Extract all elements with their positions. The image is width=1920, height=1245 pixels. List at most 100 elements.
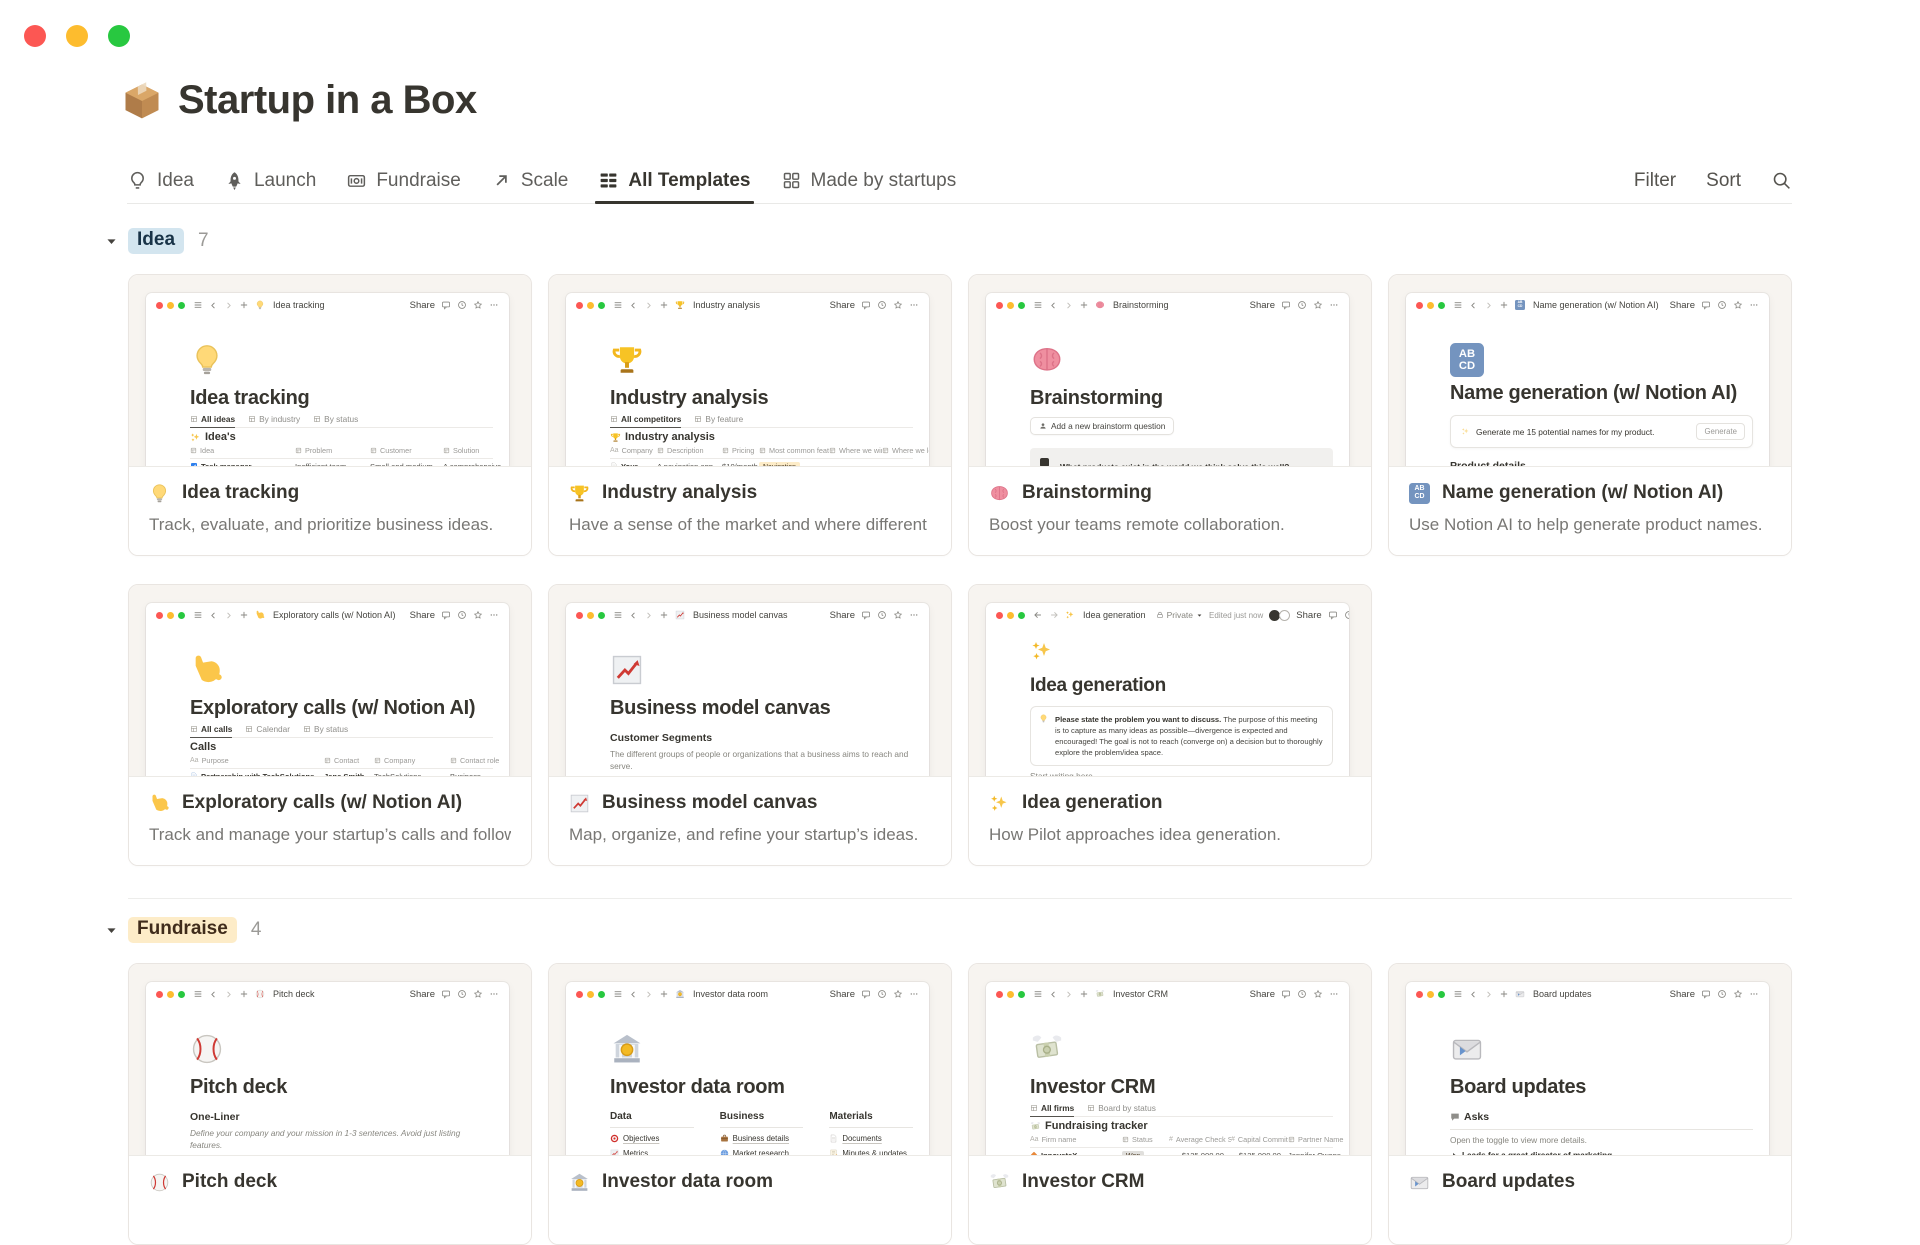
plus-icon [1499, 300, 1509, 310]
template-card-industry-analysis[interactable]: Industry analysis Share Industry analysis A… [548, 274, 952, 556]
section-label-badge: Idea [128, 228, 185, 254]
trophy-icon [569, 483, 590, 504]
section-label-badge: Fundraise [128, 917, 237, 943]
template-card-name-generation[interactable]: AB CD Name generation (w/ Notion AI) Share A… [1388, 274, 1792, 556]
tab-all-templates[interactable]: All Templates [595, 158, 754, 204]
plus-icon [1079, 989, 1089, 999]
table-mini-icon [190, 415, 198, 423]
bank-icon [675, 989, 685, 999]
tab-label: Launch [253, 169, 317, 191]
chevron-left-icon [209, 990, 218, 999]
tab-fundraise[interactable]: Fundraise [346, 158, 461, 203]
column-header: Company [374, 756, 450, 765]
chart-icon [675, 610, 685, 620]
menu-icon [193, 610, 203, 620]
preview-ai-prompt: Generate me 15 potential names for my pr… [1450, 415, 1753, 448]
baseball-icon [255, 989, 265, 999]
template-card-idea-generation[interactable]: Idea generation Private Edited just now Sha… [968, 584, 1372, 866]
mini-window: Brainstorming Share Brainstorming Add a new… [986, 293, 1349, 468]
preview-titlebar: Pitch deck Share [146, 982, 509, 1006]
dots-icon [909, 989, 919, 999]
tab-scale[interactable]: Scale [491, 158, 569, 203]
tab-made-by-startups[interactable]: Made by startups [781, 158, 956, 203]
menu-icon [1033, 989, 1043, 999]
dots-icon [1749, 300, 1759, 310]
clock-icon [877, 300, 887, 310]
template-card-business-model-canvas[interactable]: Business model canvas Share Business model… [548, 584, 952, 866]
template-card-board-updates[interactable]: Board updates Share Board updates Asks Open … [1388, 963, 1792, 1245]
plus-icon [659, 989, 669, 999]
preview-page-title: Board updates [1450, 1076, 1587, 1098]
preview-table: Idea Problem Customer Solution Task manager I… [190, 446, 501, 468]
money-icon [1095, 989, 1105, 999]
preview-titlebar-actions: Share [830, 300, 919, 311]
comment-icon [861, 989, 871, 999]
card-title: Business model canvas [602, 792, 818, 813]
preview-titlebar-actions: Share [830, 989, 919, 1000]
preview-page-title: Idea tracking [190, 387, 310, 409]
bulb-outline-icon [127, 170, 148, 191]
dots-icon [489, 989, 499, 999]
dots-icon [1329, 300, 1339, 310]
preview-page-icon [1450, 1032, 1753, 1071]
preview-tab-title: Board updates [1533, 989, 1592, 999]
star-icon [473, 300, 483, 310]
mini-window: Investor data room Share Investor data roo… [566, 982, 929, 1157]
template-card-investor-data-room[interactable]: Investor data room Share Investor data roo… [548, 963, 952, 1245]
preview-body: AB CD Name generation (w/ Notion AI) Genera… [1406, 317, 1769, 468]
lock-icon [1156, 611, 1164, 619]
chevron-right-icon [224, 990, 233, 999]
section-fundraise: Fundraise 4 Pitch deck Share Pitch deck One-L… [107, 917, 1792, 1245]
preview-heading: One-Liner [190, 1111, 240, 1123]
preview-window-controls [576, 611, 605, 619]
table-mini-icon [295, 447, 302, 454]
menu-icon [193, 300, 203, 310]
preview-page-icon [610, 1032, 913, 1071]
card-footer: Idea generation How Pilot approaches idea… [969, 776, 1371, 865]
filter-button[interactable]: Filter [1634, 170, 1676, 192]
preview-page-icon [610, 653, 913, 692]
tab-label: Scale [520, 169, 569, 191]
preview-titlebar-actions: Share [1670, 989, 1759, 1000]
share-button: Share [409, 988, 435, 1000]
preview-body: Investor CRM All firms Board by status Fund… [986, 1006, 1349, 1157]
star-icon [893, 610, 903, 620]
template-card-exploratory-calls[interactable]: Exploratory calls (w/ Notion AI) Share Exp… [128, 584, 532, 866]
chevron-right-icon [1484, 990, 1493, 999]
menu-icon [1453, 989, 1463, 999]
search-icon[interactable] [1771, 170, 1792, 191]
close-window-button[interactable] [24, 25, 46, 47]
envelope-icon [1450, 1032, 1484, 1066]
table-mini-icon [443, 447, 450, 454]
sort-button[interactable]: Sort [1706, 170, 1741, 192]
section-collapse-toggle[interactable] [104, 234, 119, 249]
template-card-pitch-deck[interactable]: Pitch deck Share Pitch deck One-Liner Define… [128, 963, 532, 1245]
column-header: Status [1122, 1135, 1169, 1144]
section-collapse-toggle[interactable] [104, 923, 119, 938]
template-card-brainstorming[interactable]: Brainstorming Share Brainstorming Add a new… [968, 274, 1372, 556]
preview-window-controls [156, 990, 185, 998]
section-count: 4 [250, 919, 262, 940]
tab-launch[interactable]: Launch [224, 158, 316, 203]
column-header: Most common features [759, 446, 829, 455]
template-card-investor-crm[interactable]: Investor CRM Share Investor CRM All firms Bo… [968, 963, 1372, 1245]
template-preview: Idea generation Private Edited just now Sha… [969, 585, 1371, 778]
mini-window: Industry analysis Share Industry analysis A… [566, 293, 929, 468]
preview-view-tab: Board by status [1087, 1103, 1156, 1116]
share-button: Share [829, 609, 855, 621]
preview-page-title: Investor data room [610, 1076, 785, 1098]
bulb-icon [190, 343, 224, 377]
preview-body: Exploratory calls (w/ Notion AI) All call… [146, 627, 509, 778]
table-mini-icon [657, 447, 664, 454]
menu-icon [613, 989, 623, 999]
tab-idea[interactable]: Idea [127, 158, 194, 203]
zoom-window-button[interactable] [108, 25, 130, 47]
menu-icon [613, 610, 623, 620]
template-card-idea-tracking[interactable]: Idea tracking Share Idea tracking All ideas… [128, 274, 532, 556]
preview-page-icon [1030, 343, 1333, 382]
template-preview: Board updates Share Board updates Asks Open … [1389, 964, 1791, 1157]
clock-icon [1344, 610, 1349, 620]
minimize-window-button[interactable] [66, 25, 88, 47]
column-header: #Capital Committed [1231, 1135, 1288, 1144]
mini-window: Investor CRM Share Investor CRM All firms Bo… [986, 982, 1349, 1157]
